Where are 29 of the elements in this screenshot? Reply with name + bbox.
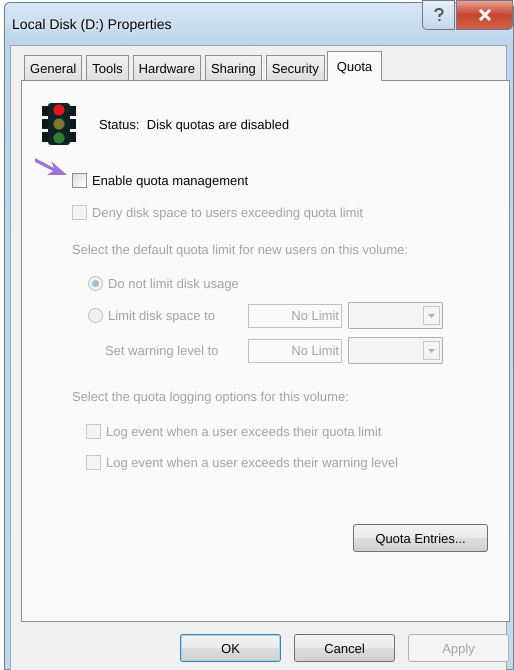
unit-dropdown[interactable] [348,337,443,364]
tab[interactable]: Tools [86,55,129,80]
section-heading: Select the default quota limit for new users on this volume: [72,242,410,257]
unit-dropdown[interactable] [348,302,443,329]
tab[interactable]: Security [266,55,325,80]
radio-label: Limit disk space to [108,308,215,323]
tab[interactable]: General [24,55,82,80]
checkbox-label: Enable quota management [92,172,248,188]
radio-label: Do not limit disk usage [108,276,239,290]
checkbox[interactable] [72,172,87,188]
tab[interactable]: Hardware [132,55,201,80]
checkbox-label: Log event when a user exceeds their warning level [106,454,398,470]
help-button[interactable] [422,0,455,30]
checkbox-label: Deny disk space to users exceeding quota limit [92,204,363,220]
tab[interactable]: Quota [326,51,382,81]
close-icon [478,9,492,21]
dialog-button[interactable]: OK [180,634,281,662]
help-icon [434,8,444,22]
window-title: Local Disk (D:) Properties [11,16,172,32]
tab[interactable]: Sharing [204,55,262,80]
status-text: Status: Disk quotas are disabled [99,116,290,132]
warning-label: Set warning level to [105,343,220,358]
dialog-button[interactable]: Cancel [294,634,395,662]
section-heading: Select the quota logging options for this volume: [72,389,350,404]
traffic-light-icon [40,103,78,145]
pointer-arrow-icon [34,156,68,178]
close-button[interactable] [456,0,513,30]
checkbox-label: Log event when a user exceeds their quota limit [106,424,382,438]
quota-entries-button[interactable]: Quota Entries... [353,524,488,552]
